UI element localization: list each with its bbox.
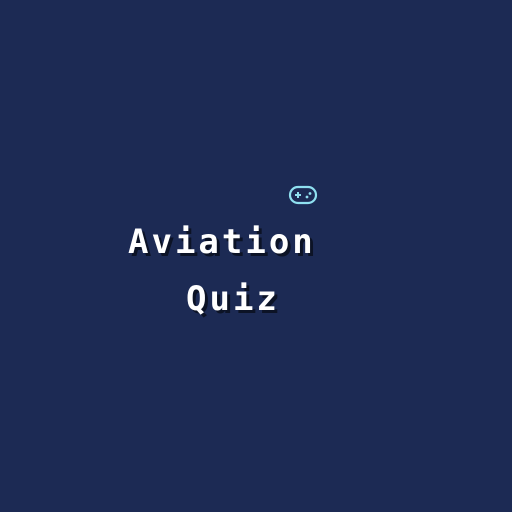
gamepad-icon <box>288 184 318 206</box>
game-title-line-2: Quiz <box>186 279 280 319</box>
title-screen: Aviation Quiz <box>0 0 512 512</box>
game-title-line-1: Aviation <box>128 222 316 262</box>
